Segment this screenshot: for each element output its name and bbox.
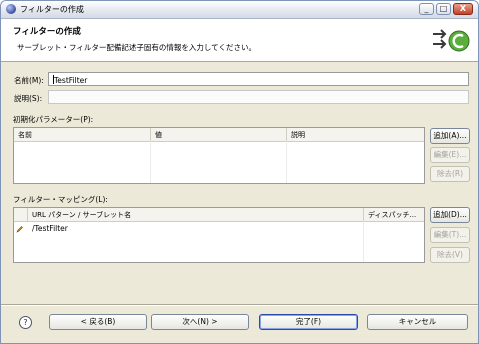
column-header-icon [14, 208, 28, 221]
column-header-dispatch[interactable]: ディスパッチ... [364, 208, 424, 221]
help-icon[interactable]: ? [19, 316, 32, 329]
minimize-button[interactable]: _ [419, 3, 434, 15]
name-field-value: TestFilter [54, 76, 88, 85]
init-params-table[interactable]: 名前 値 説明 [13, 127, 425, 184]
table-row[interactable]: /TestFilter [14, 222, 424, 235]
column-divider [286, 141, 287, 183]
init-params-add-button[interactable]: 追加(A)... [430, 128, 470, 144]
header-title: フィルターの作成 [13, 27, 81, 37]
eclipse-app-icon [6, 4, 16, 14]
mappings-label: フィルター・マッピング(L): [13, 195, 108, 204]
finish-button[interactable]: 完了(F) [259, 314, 358, 330]
back-button[interactable]: < 戻る(B) [49, 314, 147, 330]
name-field[interactable]: TestFilter [48, 72, 469, 86]
init-params-label: 初期化パラメーター(P): [13, 115, 94, 124]
pencil-icon [16, 226, 23, 233]
mappings-table[interactable]: URL パターン / サーブレット名 ディスパッチ... /TestFilter [13, 207, 425, 263]
mappings-add-button[interactable]: 追加(D)... [430, 207, 470, 223]
maximize-icon: □ [439, 4, 448, 13]
next-button[interactable]: 次へ(N) > [151, 314, 249, 330]
title-bar[interactable]: フィルターの作成 _ □ X [1, 1, 478, 19]
column-divider [150, 141, 151, 183]
wizard-filter-icon [433, 29, 470, 52]
description-field[interactable] [48, 90, 469, 104]
init-params-remove-button[interactable]: 除去(R) [430, 166, 470, 182]
mappings-edit-button[interactable]: 編集(T)... [430, 227, 470, 243]
wizard-header: フィルターの作成 サーブレット・フィルター配備記述子固有の情報を入力してください… [1, 19, 478, 62]
column-header-value[interactable]: 値 [151, 128, 287, 141]
mappings-header: URL パターン / サーブレット名 ディスパッチ... [14, 208, 424, 222]
cancel-button[interactable]: キャンセル [367, 314, 468, 330]
minimize-icon: _ [424, 4, 429, 13]
mapping-url-pattern: /TestFilter [32, 224, 68, 233]
mappings-remove-button[interactable]: 除去(V) [430, 247, 470, 263]
description-label: 説明(S): [14, 94, 43, 103]
name-label: 名前(M): [14, 76, 44, 85]
init-params-edit-button[interactable]: 編集(E)... [430, 147, 470, 163]
column-header-description[interactable]: 説明 [287, 128, 424, 141]
close-button[interactable]: X [453, 3, 473, 15]
close-icon: X [459, 4, 467, 13]
footer-separator [1, 304, 478, 306]
init-params-header: 名前 値 説明 [14, 128, 424, 142]
header-description: サーブレット・フィルター配備記述子固有の情報を入力してください。 [17, 43, 256, 52]
window-title: フィルターの作成 [20, 5, 84, 14]
filter-wizard-window: フィルターの作成 _ □ X フィルターの作成 サーブレット・フィルター配備記述… [0, 0, 479, 344]
column-header-url-pattern[interactable]: URL パターン / サーブレット名 [28, 208, 364, 221]
column-header-name[interactable]: 名前 [14, 128, 151, 141]
maximize-button[interactable]: □ [436, 3, 451, 15]
